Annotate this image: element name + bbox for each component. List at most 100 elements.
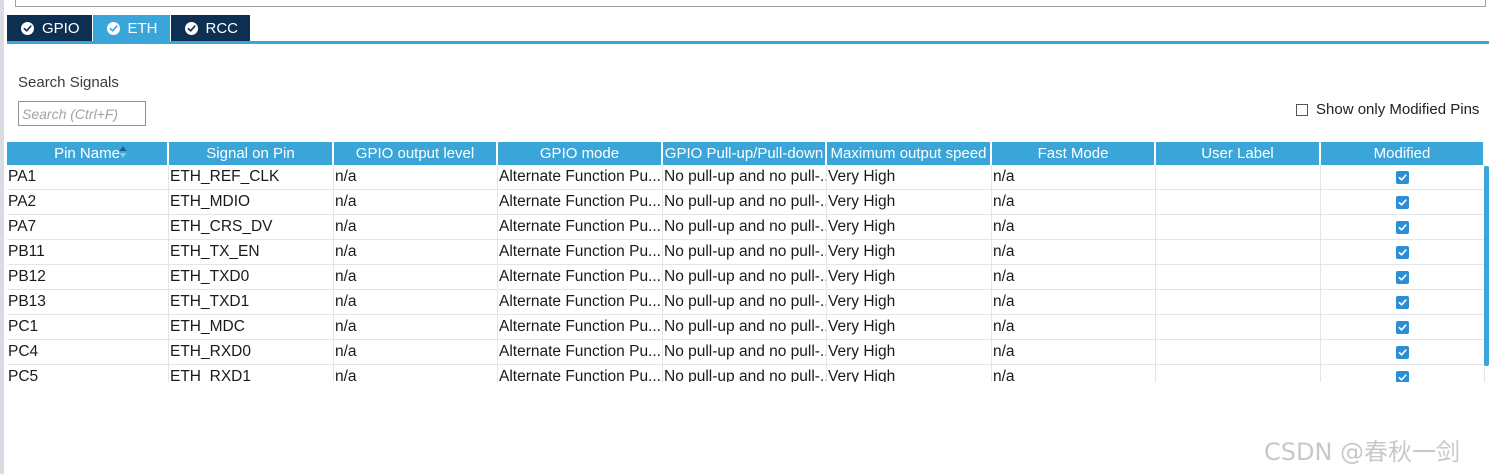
table-cell[interactable] <box>1156 290 1321 314</box>
table-cell[interactable]: n/a <box>992 215 1156 239</box>
modified-cell[interactable] <box>1321 315 1485 339</box>
table-cell[interactable]: Very High <box>827 165 992 189</box>
table-cell[interactable]: PC5 <box>7 365 169 382</box>
tab-rcc[interactable]: RCC <box>170 15 252 42</box>
search-input[interactable] <box>18 101 146 126</box>
table-cell[interactable] <box>1156 365 1321 382</box>
table-cell[interactable]: Alternate Function Pu... <box>498 340 663 364</box>
table-cell[interactable]: No pull-up and no pull-... <box>663 190 827 214</box>
table-cell[interactable] <box>1156 190 1321 214</box>
column-header-gpio-pull-up-pull-down[interactable]: GPIO Pull-up/Pull-down <box>663 142 827 165</box>
table-cell[interactable]: n/a <box>334 215 498 239</box>
table-cell[interactable]: n/a <box>992 290 1156 314</box>
table-cell[interactable]: ETH_TX_EN <box>169 240 334 264</box>
checkbox-checked-icon[interactable] <box>1396 320 1409 334</box>
table-cell[interactable]: ETH_TXD1 <box>169 290 334 314</box>
modified-cell[interactable] <box>1321 215 1485 239</box>
table-cell[interactable]: Very High <box>827 215 992 239</box>
table-row[interactable]: PB13 ETH_TXD1 n/a Alternate Function Pu... N… <box>7 290 1485 315</box>
table-row[interactable]: PB11 ETH_TX_EN n/a Alternate Function Pu...… <box>7 240 1485 265</box>
table-cell[interactable]: n/a <box>334 290 498 314</box>
checkbox-checked-icon[interactable] <box>1396 195 1409 209</box>
checkbox-checked-icon[interactable] <box>1396 220 1409 234</box>
checkbox-checked-icon[interactable] <box>1396 270 1409 284</box>
table-cell[interactable]: Alternate Function Pu... <box>498 315 663 339</box>
table-cell[interactable]: No pull-up and no pull-... <box>663 215 827 239</box>
table-cell[interactable]: No pull-up and no pull-... <box>663 265 827 289</box>
table-cell[interactable] <box>1156 240 1321 264</box>
table-cell[interactable]: n/a <box>334 340 498 364</box>
table-cell[interactable]: PC1 <box>7 315 169 339</box>
column-header-fast-mode[interactable]: Fast Mode <box>992 142 1156 165</box>
table-cell[interactable]: Alternate Function Pu... <box>498 240 663 264</box>
table-cell[interactable]: PB13 <box>7 290 169 314</box>
table-cell[interactable]: ETH_CRS_DV <box>169 215 334 239</box>
table-cell[interactable]: ETH_RXD1 <box>169 365 334 382</box>
table-cell[interactable]: n/a <box>334 240 498 264</box>
table-cell[interactable]: PA7 <box>7 215 169 239</box>
column-header-pin-name[interactable]: Pin Name <box>7 142 169 165</box>
table-cell[interactable]: PA2 <box>7 190 169 214</box>
table-row[interactable]: PB12 ETH_TXD0 n/a Alternate Function Pu... N… <box>7 265 1485 290</box>
modified-cell[interactable] <box>1321 340 1485 364</box>
table-cell[interactable] <box>1156 315 1321 339</box>
table-cell[interactable]: No pull-up and no pull-... <box>663 365 827 382</box>
column-header-user-label[interactable]: User Label <box>1156 142 1321 165</box>
table-cell[interactable]: n/a <box>992 315 1156 339</box>
table-cell[interactable]: Very High <box>827 365 992 382</box>
table-cell[interactable]: Very High <box>827 340 992 364</box>
table-cell[interactable]: PB12 <box>7 265 169 289</box>
tab-gpio[interactable]: GPIO <box>7 15 93 42</box>
table-cell[interactable]: n/a <box>334 165 498 189</box>
checkbox-icon[interactable] <box>1296 103 1308 116</box>
modified-cell[interactable] <box>1321 265 1485 289</box>
modified-cell[interactable] <box>1321 290 1485 314</box>
table-cell[interactable]: n/a <box>992 190 1156 214</box>
table-row[interactable]: PC4 ETH_RXD0 n/a Alternate Function Pu... No… <box>7 340 1485 365</box>
table-cell[interactable]: Alternate Function Pu... <box>498 215 663 239</box>
column-header-gpio-output-level[interactable]: GPIO output level <box>334 142 498 165</box>
table-cell[interactable]: No pull-up and no pull-... <box>663 340 827 364</box>
table-cell[interactable]: ETH_RXD0 <box>169 340 334 364</box>
table-cell[interactable]: No pull-up and no pull-... <box>663 290 827 314</box>
column-header-modified[interactable]: Modified <box>1321 142 1485 165</box>
modified-cell[interactable] <box>1321 165 1485 189</box>
column-header-maximum-output-speed[interactable]: Maximum output speed <box>827 142 992 165</box>
table-cell[interactable]: ETH_MDC <box>169 315 334 339</box>
column-header-gpio-mode[interactable]: GPIO mode <box>498 142 663 165</box>
table-cell[interactable]: No pull-up and no pull-... <box>663 240 827 264</box>
table-cell[interactable]: n/a <box>992 240 1156 264</box>
tab-eth[interactable]: ETH <box>92 15 171 42</box>
modified-cell[interactable] <box>1321 190 1485 214</box>
table-cell[interactable] <box>1156 215 1321 239</box>
table-cell[interactable]: Very High <box>827 265 992 289</box>
table-cell[interactable]: n/a <box>992 365 1156 382</box>
table-cell[interactable]: PB11 <box>7 240 169 264</box>
table-cell[interactable]: n/a <box>334 190 498 214</box>
table-row[interactable]: PA1 ETH_REF_CLK n/a Alternate Function Pu..… <box>7 165 1485 190</box>
top-input-box[interactable] <box>15 0 1486 7</box>
checkbox-checked-icon[interactable] <box>1396 295 1409 309</box>
table-cell[interactable]: Alternate Function Pu... <box>498 290 663 314</box>
modified-cell[interactable] <box>1321 365 1485 382</box>
table-cell[interactable]: Alternate Function Pu... <box>498 365 663 382</box>
table-cell[interactable]: ETH_REF_CLK <box>169 165 334 189</box>
table-cell[interactable]: n/a <box>992 265 1156 289</box>
table-cell[interactable]: n/a <box>334 365 498 382</box>
table-row[interactable]: PA2 ETH_MDIO n/a Alternate Function Pu... No… <box>7 190 1485 215</box>
checkbox-checked-icon[interactable] <box>1396 345 1409 359</box>
table-cell[interactable]: Very High <box>827 315 992 339</box>
vertical-scrollbar[interactable] <box>1484 166 1489 366</box>
checkbox-checked-icon[interactable] <box>1396 170 1409 184</box>
table-cell[interactable] <box>1156 165 1321 189</box>
table-cell[interactable]: n/a <box>334 265 498 289</box>
table-row[interactable]: PA7 ETH_CRS_DV n/a Alternate Function Pu...… <box>7 215 1485 240</box>
table-cell[interactable]: ETH_TXD0 <box>169 265 334 289</box>
table-cell[interactable]: PA1 <box>7 165 169 189</box>
table-cell[interactable] <box>1156 265 1321 289</box>
table-row[interactable]: PC5 ETH_RXD1 n/a Alternate Function Pu... No… <box>7 365 1485 382</box>
column-header-signal-on-pin[interactable]: Signal on Pin <box>169 142 334 165</box>
table-cell[interactable]: n/a <box>992 340 1156 364</box>
table-cell[interactable]: ETH_MDIO <box>169 190 334 214</box>
show-modified-pins-checkbox[interactable]: Show only Modified Pins <box>1296 101 1479 118</box>
